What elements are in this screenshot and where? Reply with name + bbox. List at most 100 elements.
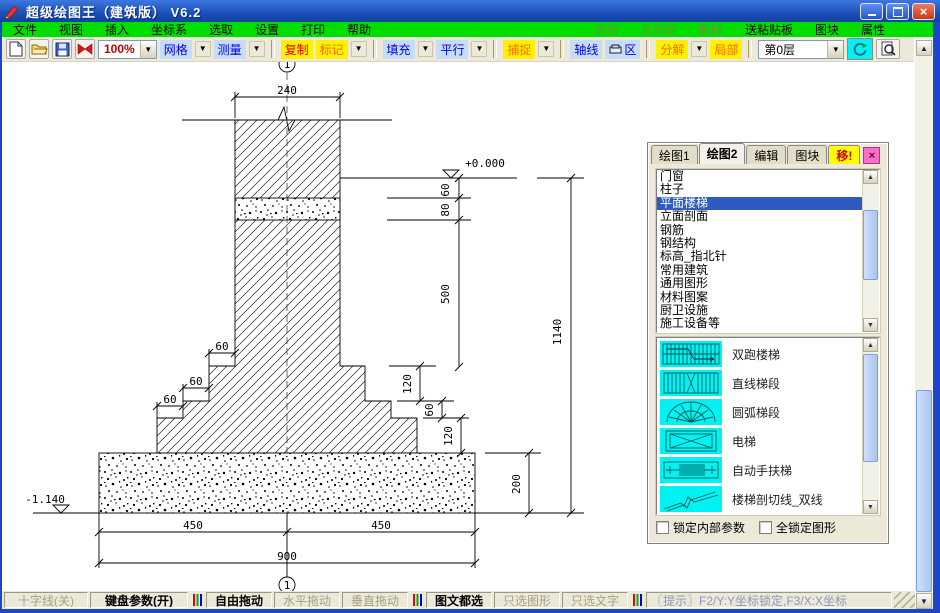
checkbox-icon[interactable] — [656, 521, 669, 534]
print-preview-button[interactable] — [876, 39, 900, 59]
pencil-app-icon — [4, 3, 20, 19]
palette-close-button[interactable]: × — [863, 147, 880, 164]
snap-button[interactable]: 捕捉 — [503, 40, 535, 59]
status-select-both-toggle[interactable]: 图文都选 — [426, 592, 492, 608]
category-list-scrollbar[interactable]: ▲ ▼ — [862, 170, 879, 332]
list-item-label: 直线梯段 — [732, 375, 780, 392]
save-file-button[interactable] — [52, 39, 72, 59]
status-crosshair-toggle[interactable]: 十字线(关) — [4, 592, 88, 608]
status-keyboard-params-toggle[interactable]: 键盘参数(开) — [90, 592, 188, 608]
scroll-up-button[interactable]: ▲ — [863, 338, 878, 352]
partial-button[interactable]: 局部 — [710, 40, 742, 59]
explode-dropdown-button[interactable]: ▼ — [691, 41, 707, 57]
list-item-stair-section-line[interactable]: 楼梯剖切线_双线 — [660, 485, 823, 513]
lock-all-graphics-option[interactable]: 全锁定图形 — [759, 519, 836, 536]
menu-item-send-clipboard[interactable]: 送粘贴板 — [734, 21, 804, 38]
menu-item-insert[interactable]: 插入 — [94, 21, 140, 38]
category-item-doors-windows[interactable]: 门窗 — [657, 170, 879, 183]
scroll-up-button[interactable]: ▲ — [916, 40, 932, 56]
tab-block[interactable]: 图块 — [787, 145, 827, 164]
menu-item-view[interactable]: 视图 — [48, 21, 94, 38]
menu-item-block[interactable]: 图块 — [804, 21, 850, 38]
list-item-double-run-stair[interactable]: 双跑楼梯 — [660, 340, 780, 368]
status-select-graphics-toggle[interactable]: 只选图形 — [494, 592, 560, 608]
menu-item-select[interactable]: 选取 — [198, 21, 244, 38]
layer-combobox[interactable]: 第0层 ▼ — [758, 40, 844, 59]
zoom-combobox[interactable]: 100% ▼ — [98, 40, 157, 59]
menu-item-help[interactable]: 帮助 — [336, 21, 382, 38]
menu-item-print[interactable]: 打印 — [290, 21, 336, 38]
refresh-button[interactable] — [847, 38, 873, 60]
red-bowtie-icon-button[interactable] — [75, 39, 95, 59]
grid-dropdown-button[interactable]: ▼ — [195, 41, 211, 57]
status-select-text-toggle[interactable]: 只选文字 — [562, 592, 628, 608]
status-vertical-drag-toggle[interactable]: 垂直拖动 — [342, 592, 408, 608]
tab-draw2[interactable]: 绘图2 — [699, 143, 746, 164]
scroll-down-button[interactable]: ▼ — [863, 500, 878, 514]
category-item-elevation-compass[interactable]: 标高_指北针 — [657, 250, 879, 263]
dim-label: 240 — [277, 84, 297, 97]
minimize-icon — [868, 14, 876, 16]
category-item-kitchen-bath[interactable]: 厨卫设施 — [657, 304, 879, 317]
fill-button[interactable]: 填充 — [383, 40, 415, 59]
vertical-scrollbar[interactable]: ▲ ▼ — [915, 40, 933, 609]
menu-item-file[interactable]: 文件 — [2, 21, 48, 38]
status-free-drag-toggle[interactable]: 自由拖动 — [206, 592, 272, 608]
scrollbar-thumb[interactable] — [863, 354, 878, 462]
explode-button[interactable]: 分解 — [656, 40, 688, 59]
mark-button[interactable]: 标记 — [316, 40, 348, 59]
scroll-down-button[interactable]: ▼ — [916, 593, 932, 609]
color-stripes-icon — [190, 592, 204, 608]
grid-button[interactable]: 网格 — [160, 40, 192, 59]
category-item-elevation-section[interactable]: 立面剖面 — [657, 210, 879, 223]
menu-item-settings[interactable]: 设置 — [244, 21, 290, 38]
list-item-escalator[interactable]: 自动手扶梯 — [660, 456, 792, 484]
minimize-button[interactable] — [860, 3, 883, 20]
stair-list-scrollbar[interactable]: ▲ ▼ — [862, 338, 879, 514]
zoom-value: 100% — [99, 42, 140, 56]
tab-edit[interactable]: 编辑 — [746, 145, 786, 164]
scrollbar-thumb[interactable] — [863, 210, 878, 280]
region-select-button[interactable]: 区 — [605, 40, 640, 59]
maximize-button[interactable] — [886, 3, 909, 20]
snap-dropdown-button[interactable]: ▼ — [538, 41, 554, 57]
category-item-general-shapes[interactable]: 通用图形 — [657, 277, 879, 290]
chevron-down-icon: ▼ — [542, 44, 550, 53]
tab-move[interactable]: 移! — [828, 145, 860, 164]
status-horizontal-drag-toggle[interactable]: 水平拖动 — [274, 592, 340, 608]
category-item-common-building[interactable]: 常用建筑 — [657, 264, 879, 277]
lock-internal-params-option[interactable]: 锁定内部参数 — [656, 519, 745, 536]
axis-line-button[interactable]: 轴线 — [570, 40, 602, 59]
stair-item-list: 双跑楼梯 直线梯段 — [656, 337, 880, 515]
open-file-button[interactable] — [29, 39, 49, 59]
layer-dropdown-button[interactable]: ▼ — [827, 41, 843, 58]
dim-chain-right — [387, 174, 471, 371]
window-controls: × — [860, 3, 935, 20]
checkbox-icon[interactable] — [759, 521, 772, 534]
category-item-columns[interactable]: 柱子 — [657, 183, 879, 196]
fill-dropdown-button[interactable]: ▼ — [418, 41, 434, 57]
measure-button[interactable]: 测量 — [214, 40, 246, 59]
scrollbar-thumb[interactable] — [916, 390, 932, 592]
list-item-elevator[interactable]: 电梯 — [660, 427, 756, 455]
category-item-rebar[interactable]: 钢筋 — [657, 224, 879, 237]
scroll-up-button[interactable]: ▲ — [863, 170, 878, 184]
close-button[interactable]: × — [912, 3, 935, 20]
list-item-arc-flight[interactable]: 圆弧梯段 — [660, 398, 780, 426]
copy-button[interactable]: 复制 — [281, 40, 313, 59]
scroll-down-button[interactable]: ▼ — [863, 318, 878, 332]
resize-grip[interactable] — [894, 592, 915, 608]
tab-draw1[interactable]: 绘图1 — [651, 145, 698, 164]
new-file-button[interactable] — [6, 39, 26, 59]
category-item-construction-equipment[interactable]: 施工设备等 — [657, 317, 879, 330]
list-item-straight-flight[interactable]: 直线梯段 — [660, 369, 780, 397]
zoom-dropdown-button[interactable]: ▼ — [140, 41, 156, 58]
measure-dropdown-button[interactable]: ▼ — [249, 41, 265, 57]
menu-item-coordinate-system[interactable]: 坐标系 — [140, 21, 198, 38]
menu-item-properties[interactable]: 属性 — [850, 21, 896, 38]
category-item-material-patterns[interactable]: 材料图案 — [657, 291, 879, 304]
parallel-button[interactable]: 平行 — [436, 40, 468, 59]
parallel-dropdown-button[interactable]: ▼ — [471, 41, 487, 57]
mark-dropdown-button[interactable]: ▼ — [351, 41, 367, 57]
chevron-down-icon: ▼ — [422, 44, 430, 53]
